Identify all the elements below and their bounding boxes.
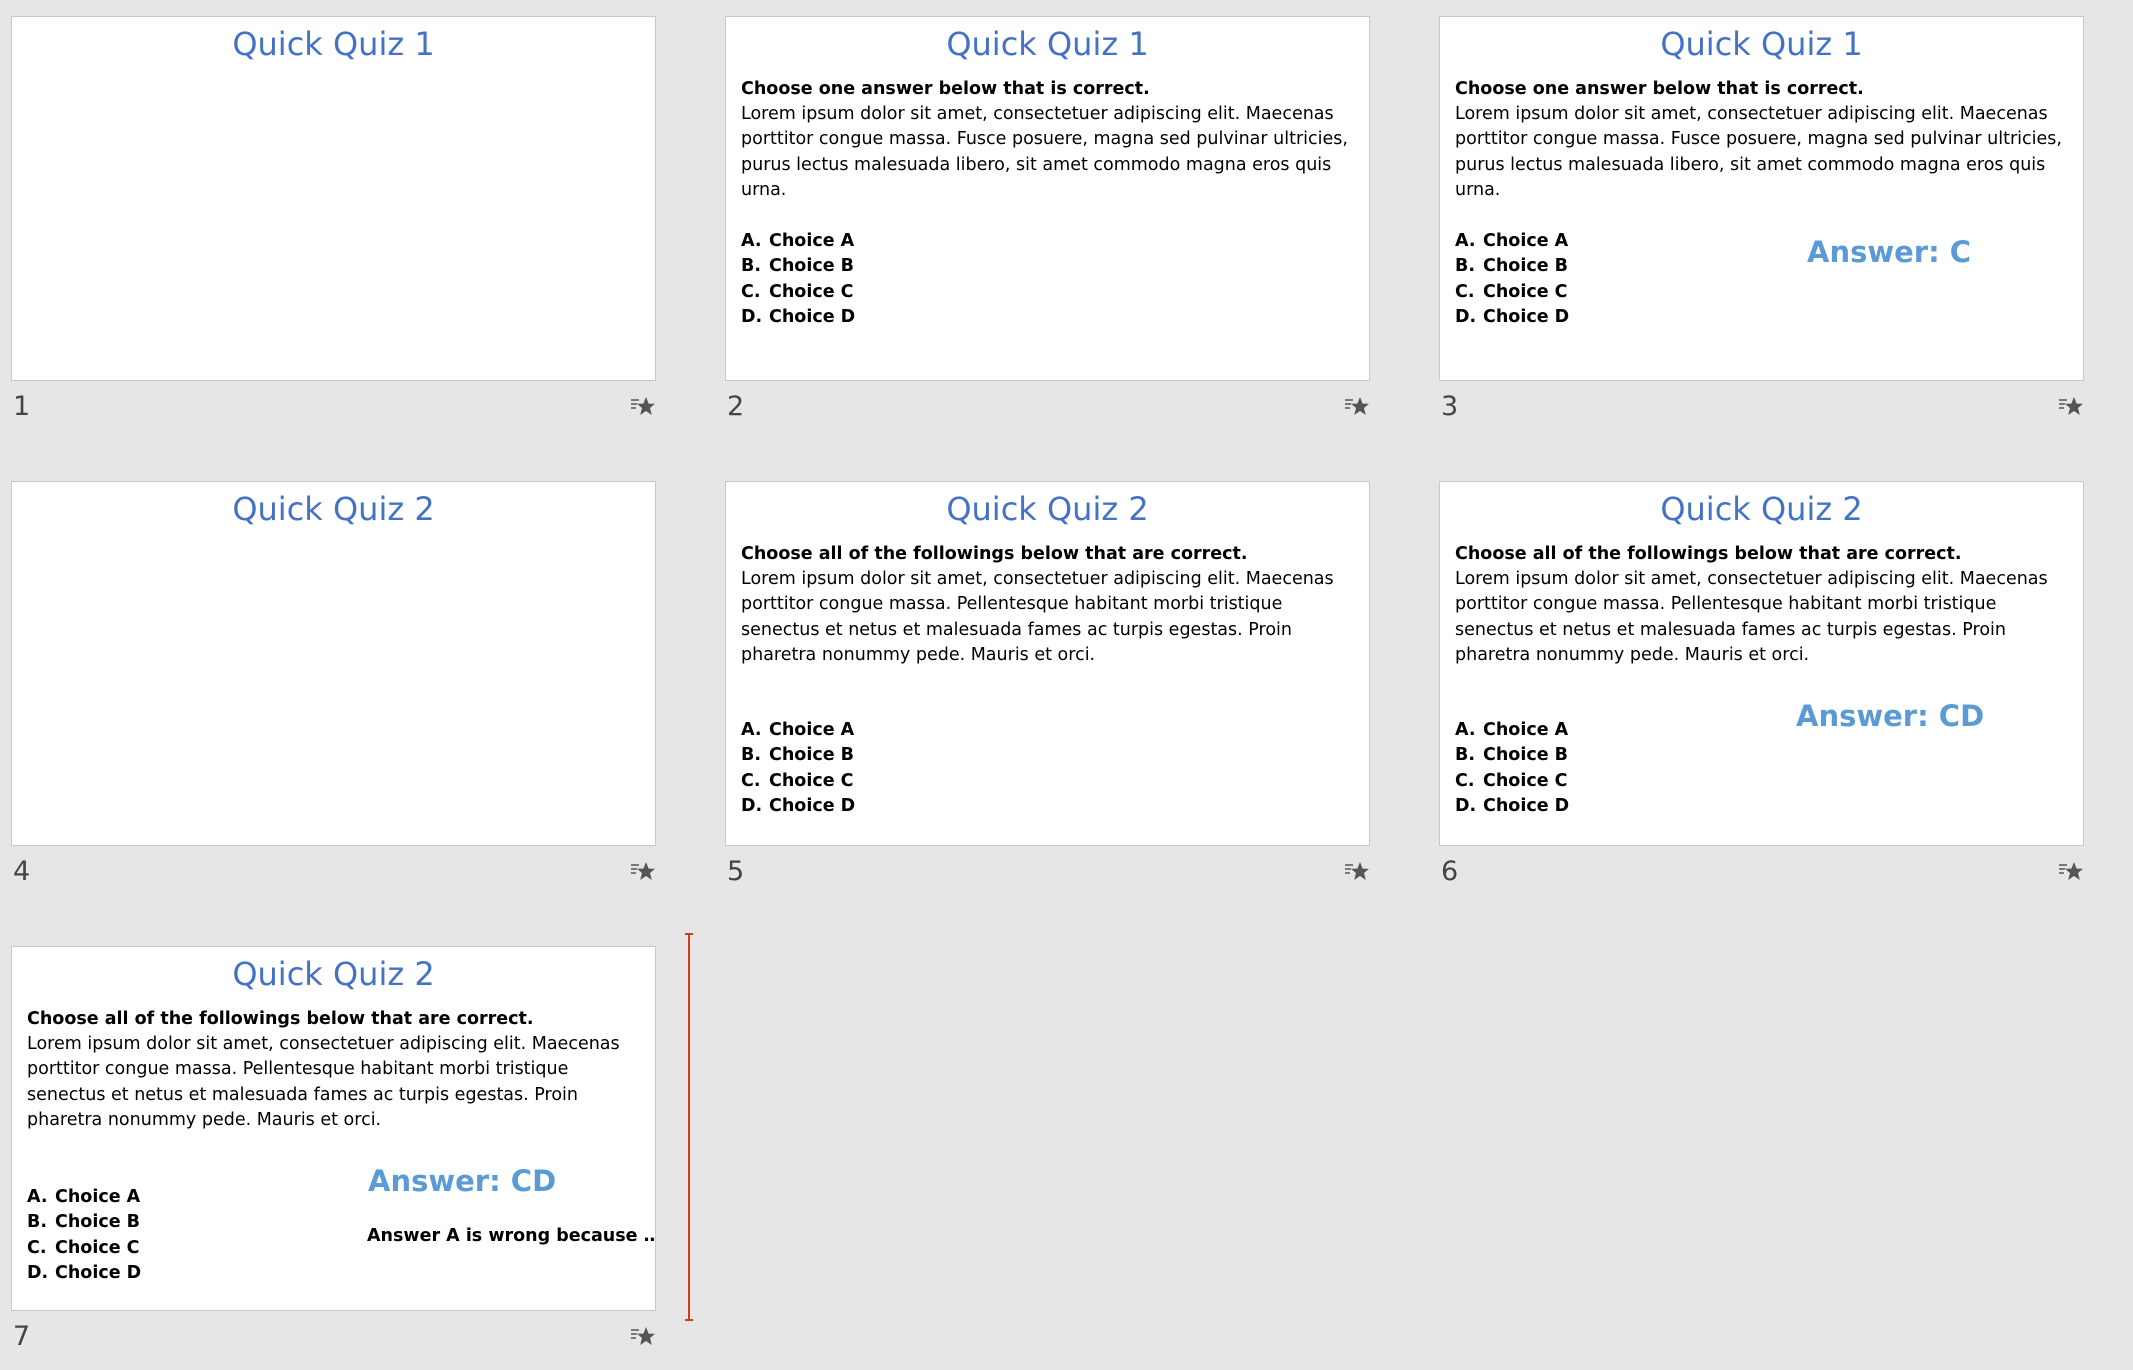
- slide-thumbnail[interactable]: Quick Quiz 1 Choose one answer below tha…: [1439, 16, 2084, 381]
- question-instruction: Choose all of the followings below that …: [27, 1009, 534, 1029]
- choice-item: B. Choice B: [1455, 745, 1568, 766]
- choice-item: D. Choice D: [741, 795, 856, 816]
- slide-title: Quick Quiz 2: [1660, 490, 1863, 528]
- question-block: Choose all of the followings below that …: [741, 542, 1354, 668]
- slide-title: Quick Quiz 1: [1660, 25, 1863, 63]
- question-block: Choose all of the followings below that …: [27, 1007, 640, 1133]
- choice-list: A. Choice A B. Choice B C. Choice C D. Choic…: [27, 1185, 141, 1286]
- choice-item: A. Choice A: [27, 1187, 141, 1207]
- answer-label: Answer: CD: [1796, 699, 1985, 733]
- slide-number: 6: [1441, 856, 1459, 887]
- question-text: Lorem ipsum dolor sit amet, consectetuer…: [741, 104, 1348, 200]
- choice-item: C. Choice C: [1455, 281, 1568, 302]
- slide-title: Quick Quiz 2: [946, 490, 1149, 528]
- slide-thumbnail[interactable]: Quick Quiz 1: [11, 16, 656, 381]
- slide-title: Quick Quiz 2: [232, 955, 435, 993]
- choice-item: D. Choice D: [1455, 795, 1570, 816]
- choice-item: B. Choice B: [1455, 256, 1568, 277]
- answer-explanation: Answer A is wrong because ….: [367, 1226, 656, 1246]
- transition-star-icon[interactable]: [2058, 860, 2084, 882]
- choice-item: B. Choice B: [741, 745, 854, 766]
- slide-footer: 6: [1439, 846, 2084, 888]
- choice-list: A. Choice A B. Choice B C. Choice C D. Choic…: [1455, 718, 1569, 819]
- question-block: Choose all of the followings below that …: [1455, 542, 2068, 668]
- slide-thumbnail[interactable]: Quick Quiz 2 Choose all of the following…: [725, 481, 1370, 846]
- slide-item-2: Quick Quiz 1 Choose one answer below tha…: [725, 16, 1370, 423]
- slide-title: Quick Quiz 1: [232, 25, 435, 63]
- choice-list: A. Choice A B. Choice B C. Choice C D. Choic…: [741, 718, 855, 819]
- slide-number: 5: [727, 856, 745, 887]
- choice-item: A. Choice A: [741, 231, 855, 251]
- transition-star-icon[interactable]: [1344, 860, 1370, 882]
- question-text: Lorem ipsum dolor sit amet, consectetuer…: [27, 1034, 620, 1130]
- choice-item: C. Choice C: [27, 1237, 140, 1258]
- choice-item: A. Choice A: [1455, 231, 1569, 251]
- slide-footer: 2: [725, 381, 1370, 423]
- slide-thumbnail[interactable]: Quick Quiz 2: [11, 481, 656, 846]
- slide-thumbnail[interactable]: Quick Quiz 2 Choose all of the following…: [1439, 481, 2084, 846]
- slide-thumbnail[interactable]: Quick Quiz 2 Choose all of the following…: [11, 946, 656, 1311]
- slide-footer: 1: [11, 381, 656, 423]
- choice-item: C. Choice C: [741, 281, 854, 302]
- question-text: Lorem ipsum dolor sit amet, consectetuer…: [1455, 104, 2062, 200]
- slide-thumbnail[interactable]: Quick Quiz 1 Choose one answer below tha…: [725, 16, 1370, 381]
- transition-star-icon[interactable]: [2058, 395, 2084, 417]
- slide-title: Quick Quiz 2: [232, 490, 435, 528]
- slide-item-6: Quick Quiz 2 Choose all of the following…: [1439, 481, 2084, 888]
- slide-item-3: Quick Quiz 1 Choose one answer below tha…: [1439, 16, 2084, 423]
- transition-star-icon[interactable]: [630, 860, 656, 882]
- choice-item: C. Choice C: [1455, 770, 1568, 791]
- slide-item-4: Quick Quiz 2 4: [11, 481, 656, 888]
- slide-footer: 5: [725, 846, 1370, 888]
- question-instruction: Choose all of the followings below that …: [741, 544, 1248, 564]
- answer-label: Answer: CD: [368, 1164, 557, 1198]
- slide-number: 4: [13, 856, 31, 887]
- slide-footer: 4: [11, 846, 656, 888]
- choice-item: B. Choice B: [27, 1212, 140, 1233]
- transition-star-icon[interactable]: [630, 395, 656, 417]
- question-instruction: Choose one answer below that is correct.: [1455, 79, 1864, 99]
- question-instruction: Choose all of the followings below that …: [1455, 544, 1962, 564]
- slide-footer: 3: [1439, 381, 2084, 423]
- insertion-point-marker[interactable]: [685, 933, 693, 1321]
- transition-star-icon[interactable]: [630, 1325, 656, 1347]
- question-text: Lorem ipsum dolor sit amet, consectetuer…: [1455, 569, 2048, 665]
- slide-number: 7: [13, 1321, 31, 1352]
- choice-list: A. Choice A B. Choice B C. Choice C D. Choic…: [741, 229, 855, 330]
- choice-item: D. Choice D: [27, 1262, 142, 1283]
- question-text: Lorem ipsum dolor sit amet, consectetuer…: [741, 569, 1334, 665]
- slide-item-1: Quick Quiz 1 1: [11, 16, 656, 423]
- slide-item-7: Quick Quiz 2 Choose all of the following…: [11, 946, 656, 1353]
- choice-item: D. Choice D: [1455, 306, 1570, 327]
- slide-number: 2: [727, 391, 745, 422]
- choice-item: D. Choice D: [741, 306, 856, 327]
- choice-item: B. Choice B: [741, 256, 854, 277]
- choice-item: A. Choice A: [741, 720, 855, 740]
- slide-number: 3: [1441, 391, 1459, 422]
- slide-item-5: Quick Quiz 2 Choose all of the following…: [725, 481, 1370, 888]
- slide-number: 1: [13, 391, 31, 422]
- question-block: Choose one answer below that is correct.…: [741, 77, 1354, 203]
- question-block: Choose one answer below that is correct.…: [1455, 77, 2068, 203]
- question-instruction: Choose one answer below that is correct.: [741, 79, 1150, 99]
- slide-footer: 7: [11, 1311, 656, 1353]
- choice-item: A. Choice A: [1455, 720, 1569, 740]
- slide-title: Quick Quiz 1: [946, 25, 1149, 63]
- transition-star-icon[interactable]: [1344, 395, 1370, 417]
- answer-label: Answer: C: [1807, 235, 1972, 269]
- choice-list: A. Choice A B. Choice B C. Choice C D. Choic…: [1455, 229, 1569, 330]
- choice-item: C. Choice C: [741, 770, 854, 791]
